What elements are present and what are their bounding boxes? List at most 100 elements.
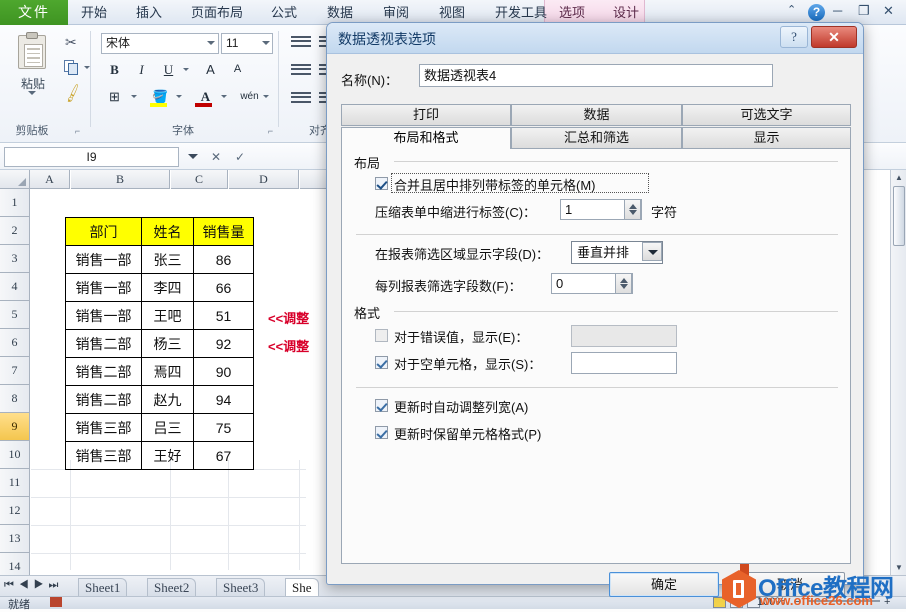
autofit-column-width-checkbox[interactable] <box>375 399 388 412</box>
merge-center-checkbox[interactable] <box>375 177 388 190</box>
cell-sales[interactable]: 92 <box>193 329 254 358</box>
pivottable-name-input[interactable]: 数据透视表4 <box>419 64 773 87</box>
empty-cell-label[interactable]: 对于空单元格，显示(S)： <box>394 354 541 373</box>
sheet-tab-sheet2[interactable]: Sheet2 <box>147 578 197 597</box>
dialog-tab-data[interactable]: 数据 <box>511 104 682 126</box>
dialog-close-icon[interactable]: ✕ <box>811 26 857 48</box>
cell-name[interactable]: 焉四 <box>141 357 194 386</box>
table-header-dept[interactable]: 部门 <box>65 217 142 246</box>
preserve-formatting-checkbox[interactable] <box>375 426 388 439</box>
align-left-icon[interactable] <box>291 64 311 80</box>
cell-sales[interactable]: 90 <box>193 357 254 386</box>
column-header-b[interactable]: B <box>71 170 170 189</box>
fill-color-chevron-down-icon[interactable] <box>176 95 182 98</box>
row-header-12[interactable]: 12 <box>0 497 30 525</box>
indent-spin-buttons[interactable] <box>624 199 641 220</box>
row-header-8[interactable]: 8 <box>0 385 30 413</box>
row-header-4[interactable]: 4 <box>0 273 30 301</box>
row-header-7[interactable]: 7 <box>0 357 30 385</box>
enter-formula-icon[interactable]: ✓ <box>229 147 251 167</box>
table-header-sales[interactable]: 销售量 <box>193 217 254 246</box>
help-icon[interactable]: ? <box>808 4 825 21</box>
phonetic-guide-icon[interactable]: wén <box>239 87 260 107</box>
row-header-2[interactable]: 2 <box>0 217 30 245</box>
row-header-5[interactable]: 5 <box>0 301 30 329</box>
column-header-a[interactable]: A <box>30 170 70 189</box>
dialog-title-bar[interactable]: 数据透视表选项 ? ✕ <box>327 23 863 54</box>
copy-icon[interactable] <box>64 60 79 75</box>
select-all-corner[interactable] <box>0 170 30 189</box>
scrollbar-thumb[interactable] <box>893 186 905 246</box>
row-header-10[interactable]: 10 <box>0 441 30 469</box>
dialog-tab-layout-format[interactable]: 布局和格式 <box>341 127 511 150</box>
indent-spin-down-icon[interactable] <box>629 210 637 215</box>
collapse-ribbon-icon[interactable]: ⌃ <box>787 3 796 16</box>
close-icon[interactable]: ✕ <box>883 3 894 19</box>
restore-icon[interactable]: ❐ <box>858 3 870 19</box>
cell-dept[interactable]: 销售三部 <box>65 413 142 442</box>
cell-sales[interactable]: 51 <box>193 301 254 330</box>
cell-sales[interactable]: 75 <box>193 413 254 442</box>
shrink-font-button[interactable]: A <box>227 60 248 80</box>
cancel-formula-icon[interactable]: ✕ <box>205 147 227 167</box>
error-value-checkbox[interactable] <box>375 329 388 342</box>
italic-button[interactable]: I <box>131 60 152 80</box>
font-color-chevron-down-icon[interactable] <box>221 95 227 98</box>
paste-icon[interactable] <box>16 32 50 72</box>
font-size-chevron-down-icon[interactable] <box>262 41 270 45</box>
underline-button[interactable]: U <box>158 60 179 80</box>
row-header-11[interactable]: 11 <box>0 469 30 497</box>
cell-name[interactable]: 杨三 <box>141 329 194 358</box>
cell-dept[interactable]: 销售二部 <box>65 357 142 386</box>
dialog-help-icon[interactable]: ? <box>780 26 808 48</box>
minimize-icon[interactable]: ─ <box>833 3 842 18</box>
preserve-formatting-label[interactable]: 更新时保留单元格格式(P) <box>394 424 541 443</box>
empty-cell-checkbox[interactable] <box>375 356 388 369</box>
cell-sales[interactable]: 86 <box>193 245 254 274</box>
row-header-6[interactable]: 6 <box>0 329 30 357</box>
cell-dept[interactable]: 销售一部 <box>65 273 142 302</box>
paste-button-label[interactable]: 粘贴 <box>2 75 64 92</box>
cell-name[interactable]: 王好 <box>141 441 194 470</box>
clipboard-dialog-launcher-icon[interactable]: ⌐ <box>72 126 83 137</box>
dialog-tab-alt-text[interactable]: 可选文字 <box>682 104 851 126</box>
filters-spin-up-icon[interactable] <box>620 278 628 283</box>
empty-cell-input[interactable] <box>571 352 677 374</box>
dialog-tab-display[interactable]: 显示 <box>682 127 851 149</box>
cell-sales[interactable]: 67 <box>193 441 254 470</box>
error-value-label[interactable]: 对于错误值，显示(E)： <box>394 327 528 346</box>
row-header-13[interactable]: 13 <box>0 525 30 553</box>
tab-page-layout[interactable]: 页面布局 <box>182 0 252 25</box>
tab-file[interactable]: 文件 <box>0 0 68 25</box>
bold-button[interactable]: B <box>104 60 125 80</box>
font-name-input[interactable]: 宋体 <box>101 33 219 54</box>
phonetic-chevron-down-icon[interactable] <box>263 95 269 98</box>
indent-spin-up-icon[interactable] <box>629 204 637 209</box>
decrease-indent-icon[interactable] <box>291 92 311 108</box>
scissors-icon[interactable]: ✂ <box>65 34 77 51</box>
sheet-tab-sheet1[interactable]: Sheet1 <box>78 578 128 597</box>
borders-chevron-down-icon[interactable] <box>131 95 137 98</box>
nav-prev-icon[interactable]: ◀ <box>19 579 34 591</box>
name-box-chevron-down-icon[interactable] <box>188 154 198 159</box>
nav-last-icon[interactable]: ⏭ <box>49 579 64 591</box>
column-header-d[interactable]: D <box>229 170 299 189</box>
paste-chevron-down-icon[interactable] <box>28 91 36 95</box>
dialog-tab-totals-filters[interactable]: 汇总和筛选 <box>511 127 682 149</box>
sheet-tab-active[interactable]: She <box>285 578 319 597</box>
row-header-9[interactable]: 9 <box>0 413 30 441</box>
format-painter-icon[interactable]: 🖌 <box>62 82 85 104</box>
nav-next-icon[interactable]: ▶ <box>34 579 49 591</box>
vertical-scrollbar[interactable]: ▲ ▼ <box>890 170 906 575</box>
filters-spin-down-icon[interactable] <box>620 284 628 289</box>
name-box[interactable]: I9 <box>4 147 179 167</box>
report-filter-display-chevron-down-icon[interactable] <box>642 242 662 261</box>
cell-dept[interactable]: 销售二部 <box>65 385 142 414</box>
cell-name[interactable]: 李四 <box>141 273 194 302</box>
scroll-up-icon[interactable]: ▲ <box>893 171 905 184</box>
grow-font-button[interactable]: A <box>200 60 221 80</box>
align-top-icon[interactable] <box>291 36 311 52</box>
cell-name[interactable]: 赵九 <box>141 385 194 414</box>
tab-home[interactable]: 开始 <box>72 0 116 25</box>
cell-dept[interactable]: 销售二部 <box>65 329 142 358</box>
